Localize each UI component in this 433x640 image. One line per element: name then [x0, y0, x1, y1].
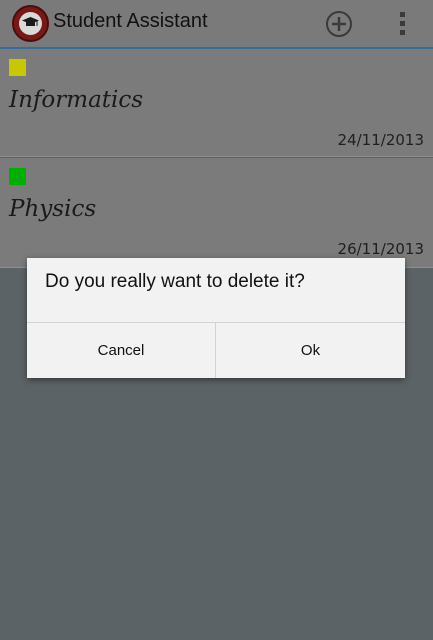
screen: Student Assistant Informatics 24/11/2013…: [0, 0, 433, 640]
subject-color-swatch: [9, 59, 26, 76]
subject-list-item[interactable]: Physics 26/11/2013: [0, 158, 433, 268]
subject-name: Informatics: [9, 87, 144, 113]
subject-date: 24/11/2013: [337, 131, 424, 149]
delete-confirm-dialog: Do you really want to delete it? Cancel …: [27, 258, 405, 378]
app-logo-icon[interactable]: [12, 5, 49, 42]
cancel-button[interactable]: Cancel: [27, 323, 216, 378]
subject-name: Physics: [9, 196, 97, 222]
overflow-menu-icon[interactable]: [396, 10, 410, 38]
app-title: Student Assistant: [53, 10, 208, 32]
action-bar: Student Assistant: [0, 0, 433, 49]
graduation-cap-icon: [22, 17, 39, 26]
subject-color-swatch: [9, 168, 26, 185]
subject-list-item[interactable]: Informatics 24/11/2013: [0, 49, 433, 157]
subject-date: 26/11/2013: [337, 240, 424, 258]
dialog-message: Do you really want to delete it?: [45, 271, 305, 292]
add-circle-icon[interactable]: [325, 10, 353, 38]
ok-button[interactable]: Ok: [216, 323, 405, 378]
